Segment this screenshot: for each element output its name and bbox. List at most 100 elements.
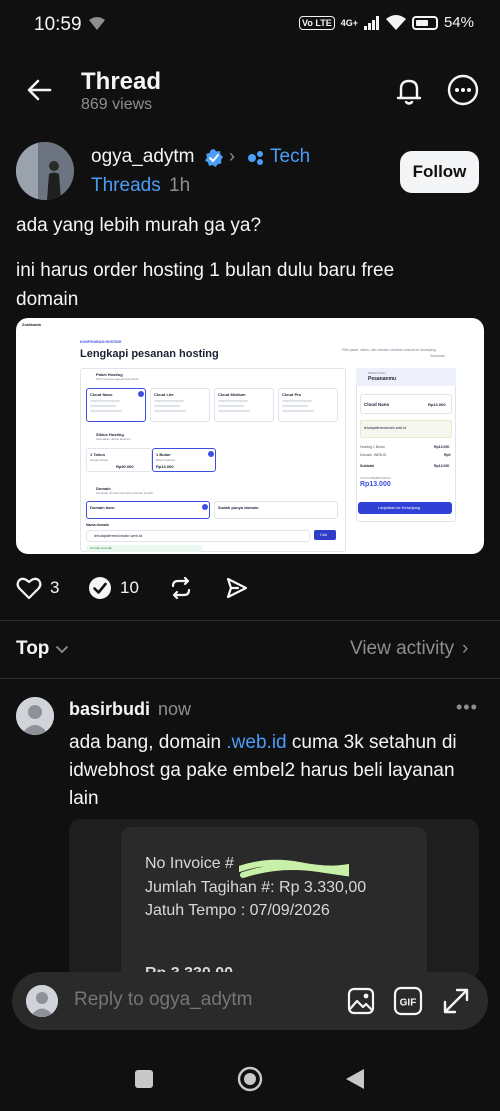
system-back-button[interactable] [344, 1067, 366, 1091]
img-section2-sub: Sesuaikan durasi layanan [96, 437, 131, 441]
divider [0, 678, 500, 679]
signal-icon [363, 15, 379, 30]
img-summary-plan-price: Rp13.000 [428, 402, 446, 407]
share-button[interactable] [225, 576, 249, 605]
invoice-number: No Invoice # [145, 855, 234, 872]
home-button[interactable] [237, 1066, 263, 1092]
repost-icon [171, 576, 191, 600]
more-circle-icon [447, 74, 479, 106]
chevron-right-icon: › [462, 638, 469, 659]
topic-tag[interactable]: Tech [270, 146, 310, 168]
reply-button[interactable]: 10 [88, 576, 139, 600]
redaction-scribble [239, 859, 349, 878]
triangle-back-icon [346, 1069, 364, 1089]
img-plan-name: Cloud Lite [154, 392, 174, 397]
img-domain-selected-dot [202, 504, 208, 510]
system-nav-bar [0, 1038, 500, 1111]
img-summary-row-value: Rp13.000 [434, 464, 450, 468]
heart-icon [16, 577, 42, 600]
img-checkout-label: Lanjutkan ke Keranjang [378, 505, 421, 510]
img-cycle-price: Rp13.000 [156, 464, 174, 469]
more-options-button[interactable] [446, 73, 480, 107]
img-total-label: TOTAL PEMBAYARAN [360, 476, 391, 480]
divider [0, 620, 500, 621]
img-cycle-sub: Bayar bulanan [156, 458, 176, 462]
reply-more-button[interactable]: ••• [456, 697, 478, 718]
img-domain-option [214, 501, 338, 519]
author-name[interactable]: ogya_adytm [91, 146, 195, 168]
img-title: Lengkapi pesanan hosting [80, 348, 219, 360]
img-summary-row-value: Rp13.000 [434, 445, 450, 449]
img-cycle-selected-dot [208, 451, 214, 457]
repost-button[interactable] [169, 576, 193, 605]
img-section3-sub: Gunakan domain baru atau domain sendiri [96, 491, 153, 495]
img-section1-sub: Pilih resource sesuai kebutuhan [96, 377, 139, 381]
img-domain-label: Nama domain [86, 523, 109, 527]
topic-dots-icon [247, 150, 265, 166]
domain-link[interactable]: .web.id [226, 732, 286, 753]
recents-button[interactable] [135, 1070, 153, 1088]
img-summary-title: Pesananmu [368, 376, 397, 382]
view-count: 869 views [81, 96, 153, 113]
img-summary-row-label: Subtotal [360, 464, 374, 468]
sort-dropdown[interactable]: Top [16, 638, 49, 660]
post-text-line-2: ini harus order hosting 1 bulan dulu bar… [16, 260, 395, 310]
status-bar: 10:59 Vo LTE 4G+ 54% [0, 0, 500, 52]
img-domain-option-label: Domain baru [90, 505, 115, 510]
back-button[interactable] [24, 74, 56, 106]
battery-percent: 54% [443, 14, 474, 31]
img-subtitle: Pilih paket, siklus, dan domain sebelum … [342, 348, 436, 352]
img-domain-check-label: Cek [320, 532, 328, 537]
arrow-left-icon [27, 79, 52, 101]
invoice-card: No Invoice # Jumlah Tagihan #: Rp 3.330,… [121, 827, 427, 979]
img-kicker: KONFIGURASI HOSTING [80, 340, 122, 344]
gif-button[interactable]: GIF [393, 986, 423, 1016]
img-domain-value: lehdapatfreedomain.web.id [94, 533, 143, 538]
chevron-down-icon[interactable] [54, 641, 70, 657]
post-source: Threads [91, 175, 161, 196]
author-avatar[interactable] [16, 142, 74, 200]
page-title: Thread [81, 68, 162, 95]
view-activity-link[interactable]: View activity [350, 638, 454, 660]
wifi-off-icon [89, 17, 105, 36]
invoice-due: Jatuh Tempo : 07/09/2026 [145, 902, 330, 919]
img-cycle-sub: Harga terbaik [90, 458, 109, 462]
post-image[interactable]: Zoidkanta KONFIGURASI HOSTING Lengkapi p… [16, 318, 484, 554]
verified-badge-icon [204, 148, 224, 168]
battery-icon [411, 15, 438, 30]
notifications-button[interactable] [392, 74, 426, 108]
status-icons: Vo LTE 4G+ 54% [299, 14, 474, 31]
default-avatar-icon [26, 985, 58, 1017]
reply-composer[interactable]: GIF [12, 972, 488, 1030]
home-circle-icon [237, 1066, 263, 1092]
volte-icon: Vo LTE [299, 15, 335, 30]
img-domain-option-label: Sudah punya domain [218, 505, 259, 510]
img-subtitle-2: Zonkanta [430, 354, 445, 358]
img-plan-name: Cloud Nano [90, 392, 113, 397]
reply-input[interactable] [74, 989, 334, 1011]
follow-button[interactable]: Follow [400, 151, 479, 193]
reply-text: ada bang, domain .web.id cuma 3k setahun… [69, 732, 457, 809]
bell-icon [396, 79, 422, 105]
img-total-value: Rp13.000 [360, 481, 391, 488]
avatar-photo [16, 142, 74, 200]
expand-composer-button[interactable] [441, 986, 471, 1016]
network-type: 4G+ [340, 17, 358, 28]
reply-author-name[interactable]: basirbudi [69, 699, 150, 720]
reply-image[interactable]: No Invoice # Jumlah Tagihan #: Rp 3.330,… [69, 819, 479, 979]
reply-time: now [158, 699, 192, 719]
img-cycle-name: 1 Bulan [156, 452, 171, 457]
chevron-right-icon: › [229, 146, 235, 166]
expand-icon [443, 988, 469, 1014]
img-summary-plan: Cloud Nano [364, 402, 390, 407]
img-plan-name: Cloud Pro [282, 392, 302, 397]
img-summary-domain: lehdapatfreedomain.web.id [364, 426, 407, 430]
img-summary-row-label: Hosting 1 Bulan [360, 445, 385, 449]
img-summary-kicker: RINGKASAN [368, 371, 386, 375]
img-plan-name: Cloud Medium [218, 392, 246, 397]
reply-author-avatar[interactable] [16, 697, 54, 735]
reply-check-icon [89, 577, 111, 599]
post-text-line-1: ada yang lebih murah ga ya? [16, 215, 262, 236]
attach-image-button[interactable] [345, 985, 377, 1017]
like-button[interactable]: 3 [16, 576, 59, 600]
